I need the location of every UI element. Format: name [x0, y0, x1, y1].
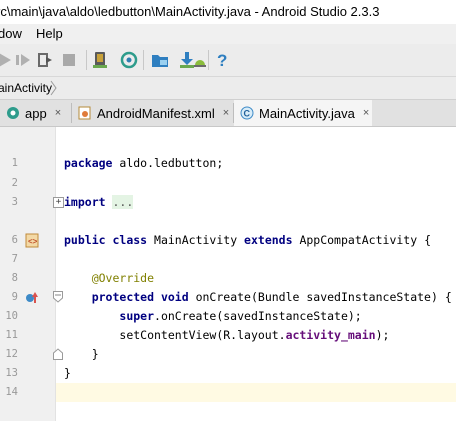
svg-text:<>: <>: [28, 237, 38, 246]
tab-label: app: [25, 105, 47, 121]
tab-main-activity[interactable]: C MainActivity.java ×: [234, 100, 372, 126]
chevron-right-icon: [50, 80, 57, 96]
line-number: 9: [11, 291, 18, 303]
code-line: 14: [0, 383, 456, 402]
close-tab-icon[interactable]: ×: [55, 107, 61, 119]
window-title-bar: rc\main\java\aldo\ledbutton\MainActivity…: [0, 0, 456, 24]
menu-window[interactable]: dow: [0, 24, 22, 44]
java-class-icon: C: [240, 106, 254, 120]
code-line: 12 }: [0, 345, 456, 364]
keyword: void: [160, 290, 189, 304]
code-text: .onCreate(savedInstanceState);: [154, 309, 362, 323]
help-icon[interactable]: ?: [214, 51, 232, 69]
layout-preview-icon[interactable]: <>: [25, 233, 39, 248]
debug-icon[interactable]: [14, 51, 32, 69]
close-tab-icon[interactable]: ×: [223, 107, 229, 119]
line-number: 10: [5, 310, 18, 322]
code-line: 11 setContentView(R.layout.activity_main…: [0, 326, 456, 345]
run-icon[interactable]: [0, 51, 14, 69]
code-text: }: [91, 347, 99, 361]
keyword: protected: [91, 290, 155, 304]
close-tab-icon[interactable]: ×: [363, 107, 369, 119]
apply-changes-icon[interactable]: [36, 51, 54, 69]
line-number: 2: [11, 177, 18, 189]
code-text: onCreate(Bundle savedInstanceState) {: [188, 290, 452, 304]
fold-collapse-icon[interactable]: [53, 291, 63, 303]
project-structure-icon[interactable]: [151, 51, 169, 69]
gradle-module-icon: [7, 107, 19, 119]
line-number: 13: [5, 367, 18, 379]
code-text: MainActivity: [147, 233, 245, 247]
code-line: 2: [0, 174, 456, 193]
tab-separator: [71, 103, 72, 123]
avd-manager-icon[interactable]: [91, 51, 109, 69]
resource-field: activity_main: [285, 328, 376, 342]
folded-imports[interactable]: ...: [112, 195, 134, 209]
tab-label: AndroidManifest.xml: [97, 105, 215, 121]
line-number: 11: [5, 329, 18, 341]
keyword: public: [64, 233, 106, 247]
tab-app[interactable]: app ×: [6, 100, 61, 126]
code-text: aldo.ledbutton;: [112, 156, 224, 170]
menu-bar: dow Help: [0, 24, 456, 44]
editor-top-padding: [0, 127, 456, 151]
line-number: 14: [5, 386, 18, 398]
code-line: 13 }: [0, 364, 456, 383]
toolbar-separator: [143, 50, 144, 70]
tab-label: MainActivity.java: [259, 105, 355, 121]
tab-android-manifest[interactable]: AndroidManifest.xml ×: [78, 100, 229, 126]
line-number: 12: [5, 348, 18, 360]
line-number: 7: [11, 253, 18, 265]
android-device-monitor-icon[interactable]: [191, 51, 209, 69]
window-title: rc\main\java\aldo\ledbutton\MainActivity…: [0, 4, 380, 19]
toolbar-separator: [208, 50, 209, 70]
svg-text:?: ?: [217, 51, 227, 69]
manifest-file-icon: [78, 106, 91, 120]
code-line: 1 package aldo.ledbutton;: [0, 154, 456, 173]
breadcrumb: ainActivity: [0, 77, 456, 100]
line-number: 6: [11, 234, 18, 246]
keyword: class: [112, 233, 148, 247]
keyword: package: [64, 156, 113, 170]
override-method-icon[interactable]: [25, 291, 39, 304]
menu-help[interactable]: Help: [36, 24, 63, 44]
code-line: 3 + import ...: [0, 193, 456, 212]
annotation: @Override: [91, 271, 155, 285]
code-line: 7: [0, 250, 456, 269]
fold-end-icon[interactable]: [53, 348, 63, 360]
keyword: extends: [244, 233, 293, 247]
keyword: super: [119, 309, 155, 323]
code-line: 10 super.onCreate(savedInstanceState);: [0, 307, 456, 326]
code-text: setContentView(R.layout.: [119, 328, 286, 342]
code-line: 8 @Override: [0, 269, 456, 288]
line-number: 1: [11, 157, 18, 169]
sync-icon[interactable]: [120, 51, 138, 69]
breadcrumb-item[interactable]: ainActivity: [0, 77, 52, 99]
code-line: 6 <> public class MainActivity extends A…: [0, 231, 456, 250]
svg-text:C: C: [244, 109, 251, 119]
code-line: 9 protected void onCreate(Bundle savedIn…: [0, 288, 456, 307]
code-text: AppCompatActivity {: [292, 233, 431, 247]
fold-expand-icon[interactable]: +: [53, 197, 64, 208]
line-number: 8: [11, 272, 18, 284]
line-number: 3: [11, 196, 18, 208]
code-text: );: [375, 328, 390, 342]
main-toolbar: ?: [0, 44, 456, 77]
code-text: }: [64, 366, 71, 380]
toolbar-separator: [86, 50, 87, 70]
keyword: import: [64, 195, 106, 209]
editor-tabs: app × AndroidManifest.xml × C MainActivi…: [0, 100, 456, 127]
stop-icon[interactable]: [60, 51, 78, 69]
